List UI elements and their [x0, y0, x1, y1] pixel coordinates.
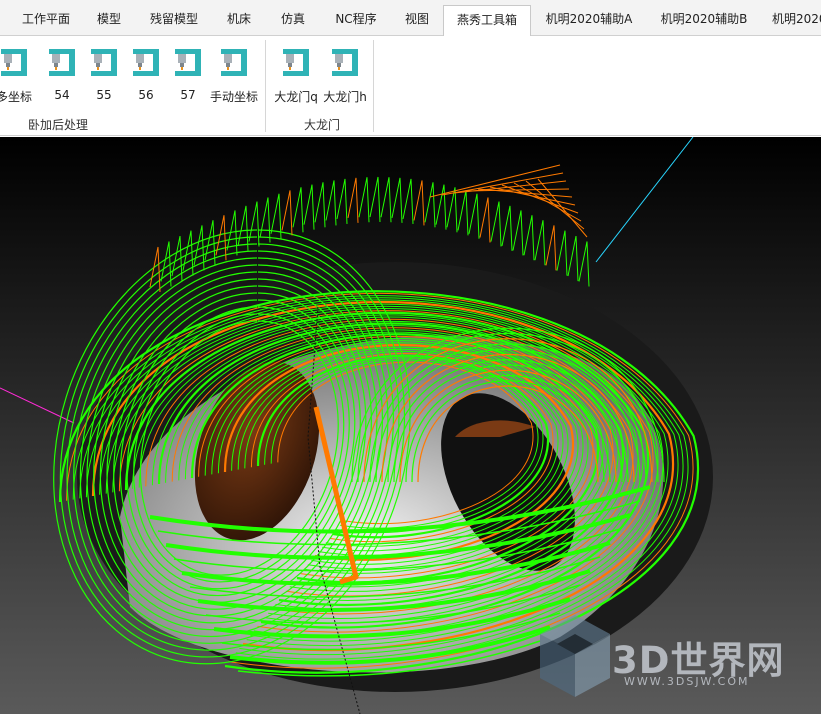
- tab-view[interactable]: 视图: [392, 0, 442, 36]
- tab-nc-program[interactable]: NC程序: [324, 0, 388, 36]
- coord-54-button[interactable]: 54: [44, 46, 80, 104]
- tab-simulation[interactable]: 仿真: [268, 0, 318, 36]
- machine-head-icon: [175, 49, 201, 76]
- coord-55-button[interactable]: 55: [86, 46, 122, 104]
- tab-stock-model[interactable]: 残留模型: [140, 0, 208, 36]
- watermark-url: WWW.3DSJW.COM: [624, 675, 750, 688]
- ribbon-tab-bar: 工作平面 模型 残留模型 机床 仿真 NC程序 视图 燕秀工具箱 机明2020辅…: [0, 0, 821, 37]
- ribbon-panel: 多坐标 54 55 56 57 手动坐标 卧加后处理 大龙门q 大龙门h 大龙门: [0, 36, 821, 136]
- machine-head-icon: [91, 49, 117, 76]
- viewport-canvas[interactable]: [0, 137, 821, 714]
- machine-head-icon: [1, 49, 27, 76]
- tab-workplane[interactable]: 工作平面: [12, 0, 80, 36]
- group-separator: [373, 40, 374, 132]
- gantry-h-button[interactable]: 大龙门h: [320, 46, 370, 104]
- group-label-gantry: 大龙门: [303, 118, 340, 132]
- manual-coord-button[interactable]: 手动坐标: [207, 46, 261, 104]
- graphics-viewport[interactable]: 3D世界网 WWW.3DSJW.COM: [0, 137, 821, 714]
- tab-jiming-2020-b[interactable]: 机明2020辅助B: [652, 0, 756, 36]
- coord-57-button[interactable]: 57: [170, 46, 206, 104]
- tab-machine[interactable]: 机床: [214, 0, 264, 36]
- gantry-q-button[interactable]: 大龙门q: [271, 46, 321, 104]
- tab-model[interactable]: 模型: [84, 0, 134, 36]
- machine-head-icon: [221, 49, 247, 76]
- tab-yanxiu-toolbox[interactable]: 燕秀工具箱: [443, 5, 531, 37]
- tab-jiming-2020-a[interactable]: 机明2020辅助A: [538, 0, 640, 36]
- machine-head-icon: [332, 49, 358, 76]
- group-label-horizontal-post: 卧加后处理: [27, 118, 88, 132]
- tab-jiming-2020[interactable]: 机明2020: [772, 0, 821, 36]
- group-separator: [265, 40, 266, 132]
- machine-head-icon: [49, 49, 75, 76]
- coord-56-button[interactable]: 56: [128, 46, 164, 104]
- multi-coord-button[interactable]: 多坐标: [0, 46, 40, 104]
- machine-head-icon: [133, 49, 159, 76]
- machine-head-icon: [283, 49, 309, 76]
